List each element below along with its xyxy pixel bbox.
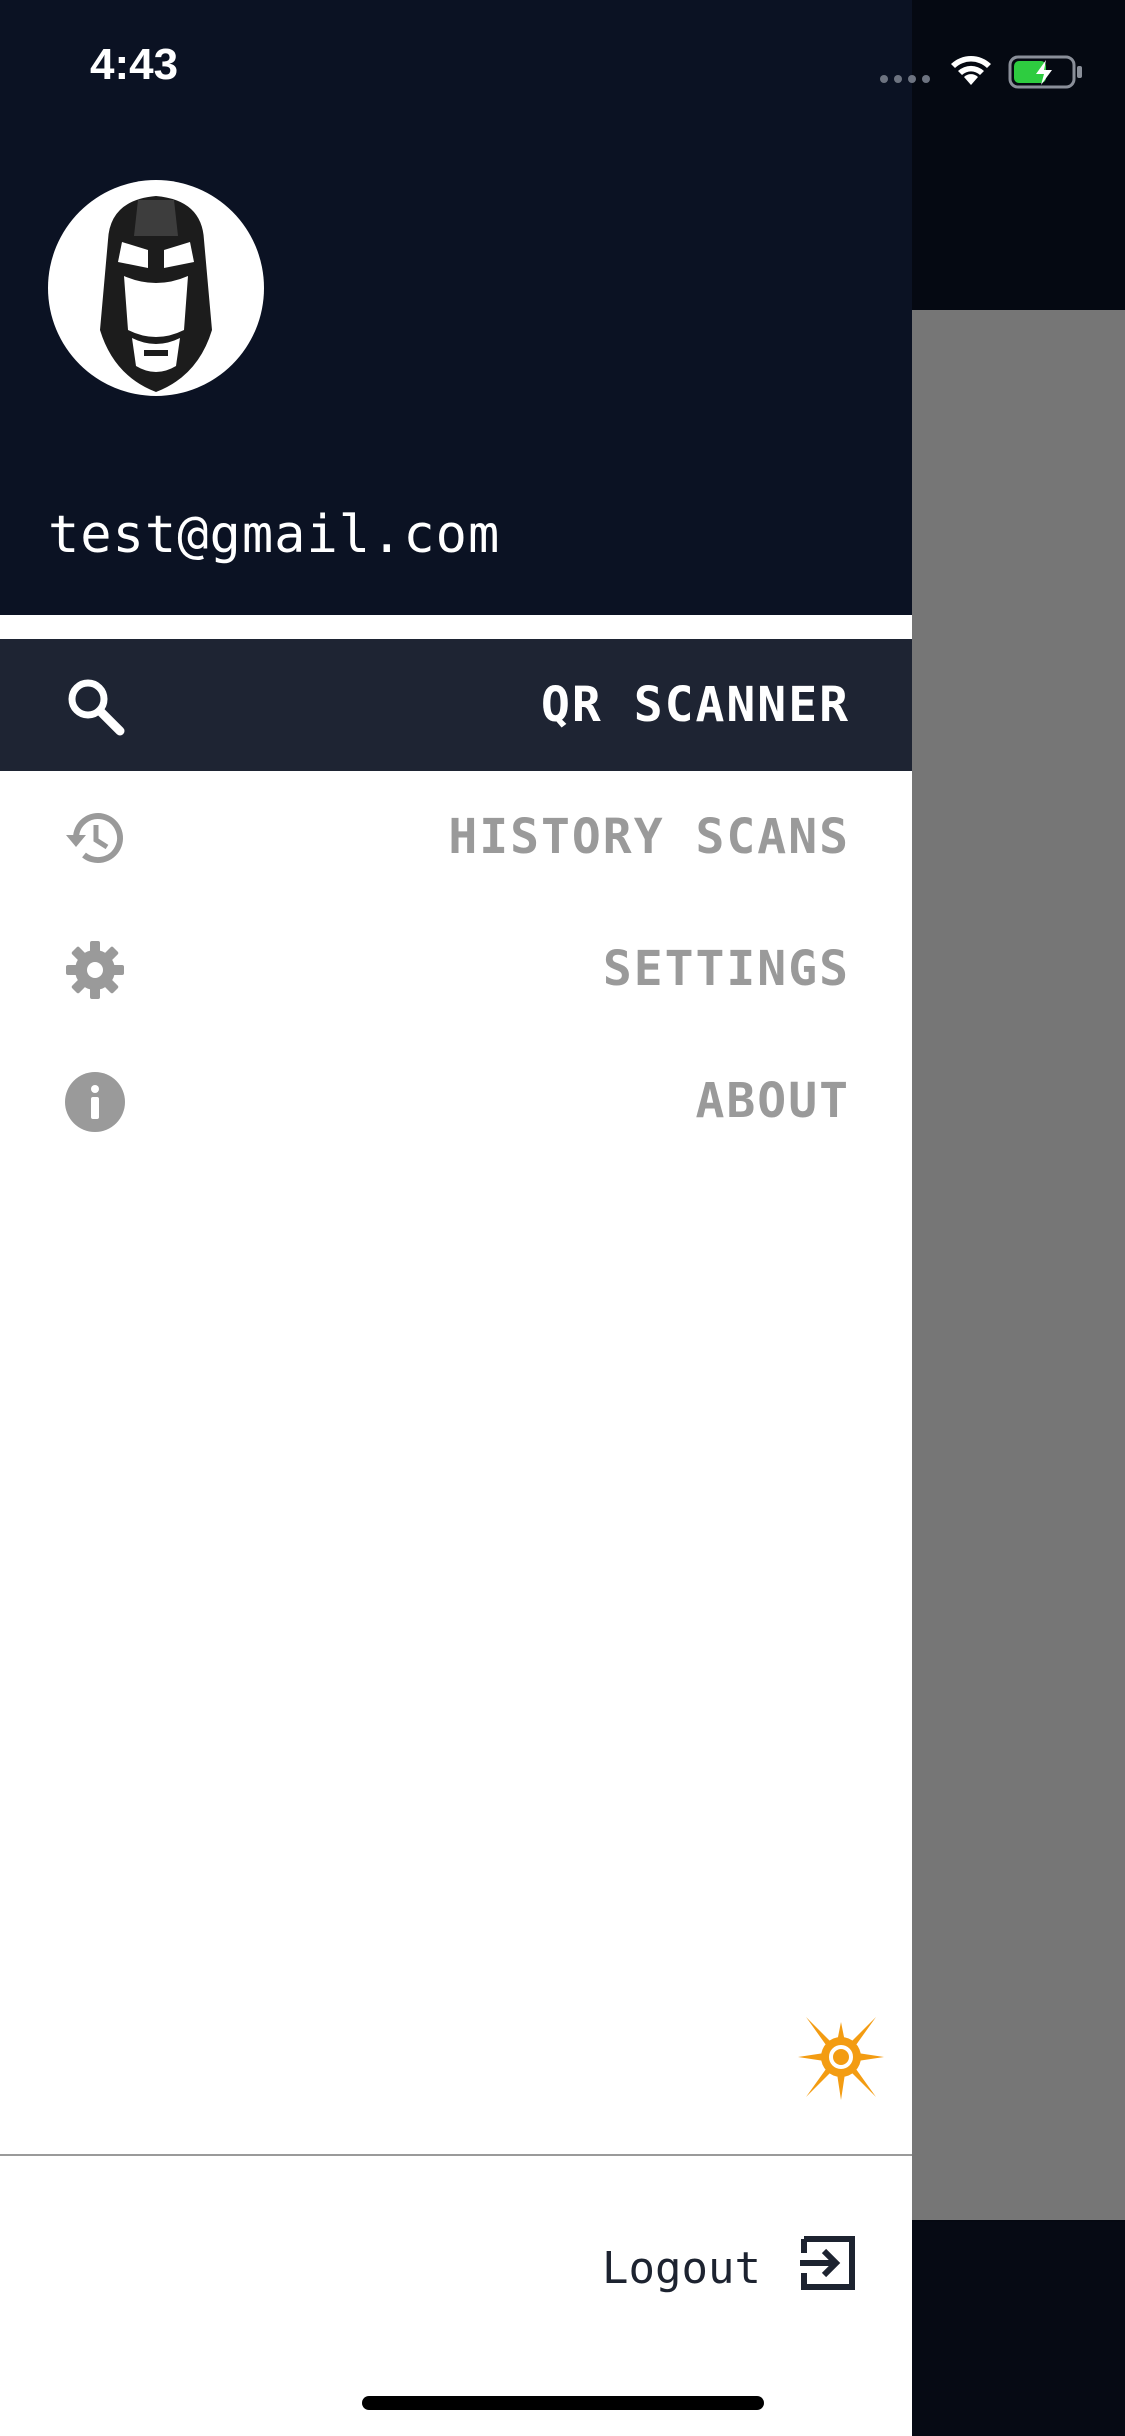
- menu-item-label: QR SCANNER: [541, 677, 850, 733]
- drawer-header: 4:43 test@gmail.com: [0, 0, 1082, 615]
- menu-item-label: HISTORY SCANS: [448, 809, 850, 865]
- user-email: test@gmail.com: [48, 505, 501, 565]
- wifi-icon: [951, 56, 991, 85]
- home-indicator[interactable]: [362, 2396, 764, 2410]
- menu-item-settings[interactable]: SETTINGS: [0, 903, 912, 1035]
- menu-item-history-scans[interactable]: HISTORY SCANS: [0, 771, 912, 903]
- logout-icon: [800, 2236, 855, 2290]
- theme-toggle-sun-icon[interactable]: [796, 2012, 886, 2102]
- menu-item-label: ABOUT: [695, 1073, 850, 1129]
- gear-icon: [66, 941, 124, 999]
- search-icon: [68, 679, 125, 736]
- menu-item-about[interactable]: ABOUT: [0, 1035, 912, 1167]
- status-icons: [880, 45, 1125, 95]
- navigation-drawer: 4:43 test@gmail.com QR SCANNER HISTORY S…: [0, 0, 1082, 2436]
- menu-item-label: SETTINGS: [602, 941, 850, 997]
- divider: [0, 2154, 912, 2156]
- ironman-mask-icon: [100, 196, 212, 392]
- status-time: 4:43: [90, 40, 179, 89]
- background-panel: [912, 310, 1125, 2220]
- avatar[interactable]: [48, 180, 264, 396]
- info-icon: [65, 1072, 125, 1132]
- background-bottom: [912, 2222, 1125, 2436]
- drawer-menu: QR SCANNER HISTORY SCANS SETTINGS ABOUT: [0, 639, 912, 1167]
- signal-icon: [880, 75, 930, 83]
- logout-label: Logout: [602, 2243, 761, 2294]
- history-icon: [66, 813, 123, 864]
- menu-item-qr-scanner[interactable]: QR SCANNER: [0, 639, 912, 771]
- logout-button[interactable]: Logout: [580, 2225, 880, 2305]
- battery-icon: [1008, 55, 1082, 89]
